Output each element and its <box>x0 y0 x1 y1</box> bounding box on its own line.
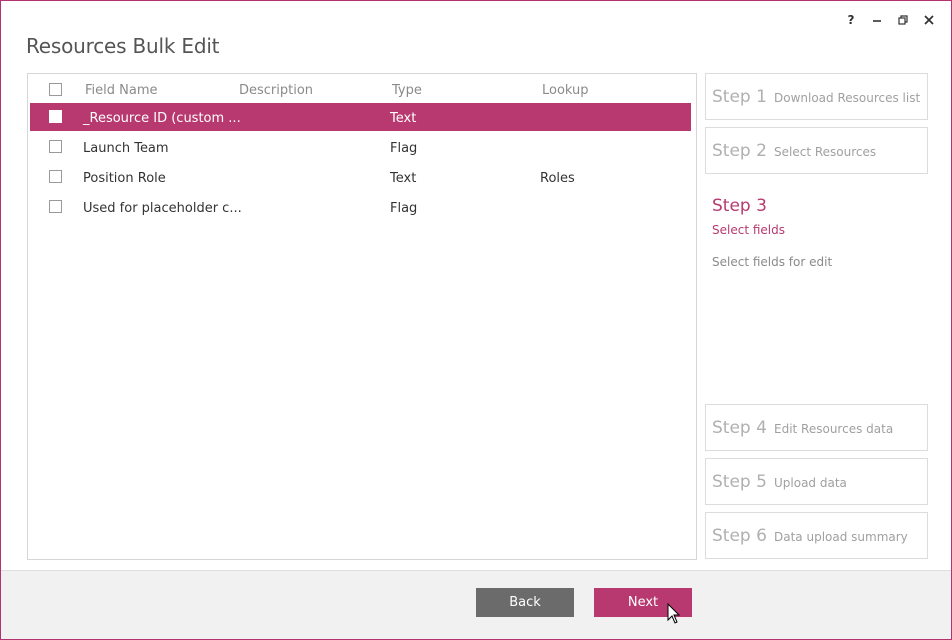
select-all-checkbox[interactable] <box>49 83 62 96</box>
row-checkbox[interactable] <box>49 170 62 183</box>
step-1: Step 1 Download Resources list <box>705 73 928 120</box>
minimize-icon[interactable] <box>867 11 887 29</box>
type-cell: Flag <box>390 201 418 216</box>
table-row[interactable]: Launch Team Flag <box>30 133 691 161</box>
step-label: Edit Resources data <box>774 422 894 436</box>
step-3-description: Select fields for edit <box>712 255 833 269</box>
footer-bar: Back Next <box>1 570 951 639</box>
row-checkbox[interactable] <box>49 140 62 153</box>
close-icon[interactable] <box>919 11 939 29</box>
step-number: Step 6 <box>712 526 767 546</box>
type-cell: Text <box>390 111 417 126</box>
table-row[interactable]: Position Role Text Roles <box>30 163 691 191</box>
help-icon[interactable]: ? <box>841 11 861 29</box>
column-header-lookup[interactable]: Lookup <box>542 83 589 98</box>
table-row[interactable]: Used for placeholder c... Flag <box>30 193 691 221</box>
column-header-type[interactable]: Type <box>392 83 422 98</box>
step-3-label: Select fields <box>712 223 785 237</box>
row-checkbox[interactable] <box>49 200 62 213</box>
bulk-edit-window: Resources Bulk Edit ? Field Name Descrip… <box>0 0 952 640</box>
step-label: Download Resources list <box>774 91 921 105</box>
step-5: Step 5 Upload data <box>705 458 928 505</box>
grid-header: Field Name Description Type Lookup <box>28 74 696 104</box>
mouse-cursor-icon <box>667 602 681 629</box>
field-name-cell: Launch Team <box>83 141 169 156</box>
column-header-field-name[interactable]: Field Name <box>85 83 158 98</box>
step-number: Step 5 <box>712 472 767 492</box>
step-label: Upload data <box>774 476 847 490</box>
type-cell: Flag <box>390 141 418 156</box>
back-button[interactable]: Back <box>476 588 574 617</box>
lookup-cell: Roles <box>540 171 575 186</box>
window-controls: ? <box>841 11 939 29</box>
step-6: Step 6 Data upload summary <box>705 512 928 559</box>
step-label: Select Resources <box>774 145 877 159</box>
step-4: Step 4 Edit Resources data <box>705 404 928 451</box>
row-checkbox[interactable] <box>49 110 62 123</box>
column-header-description[interactable]: Description <box>239 83 313 98</box>
step-number: Step 1 <box>712 87 767 107</box>
restore-icon[interactable] <box>893 11 913 29</box>
step-3-number: Step 3 <box>712 196 767 216</box>
field-name-cell: Used for placeholder c... <box>83 201 242 216</box>
step-2: Step 2 Select Resources <box>705 127 928 174</box>
step-number: Step 4 <box>712 418 767 438</box>
table-row[interactable]: _Resource ID (custom ... Text <box>30 103 691 131</box>
step-label: Data upload summary <box>774 530 908 544</box>
field-name-cell: Position Role <box>83 171 166 186</box>
fields-grid: Field Name Description Type Lookup _Reso… <box>27 73 697 560</box>
type-cell: Text <box>390 171 417 186</box>
window-title: Resources Bulk Edit <box>26 34 220 58</box>
field-name-cell: _Resource ID (custom ... <box>83 111 241 126</box>
step-number: Step 2 <box>712 141 767 161</box>
